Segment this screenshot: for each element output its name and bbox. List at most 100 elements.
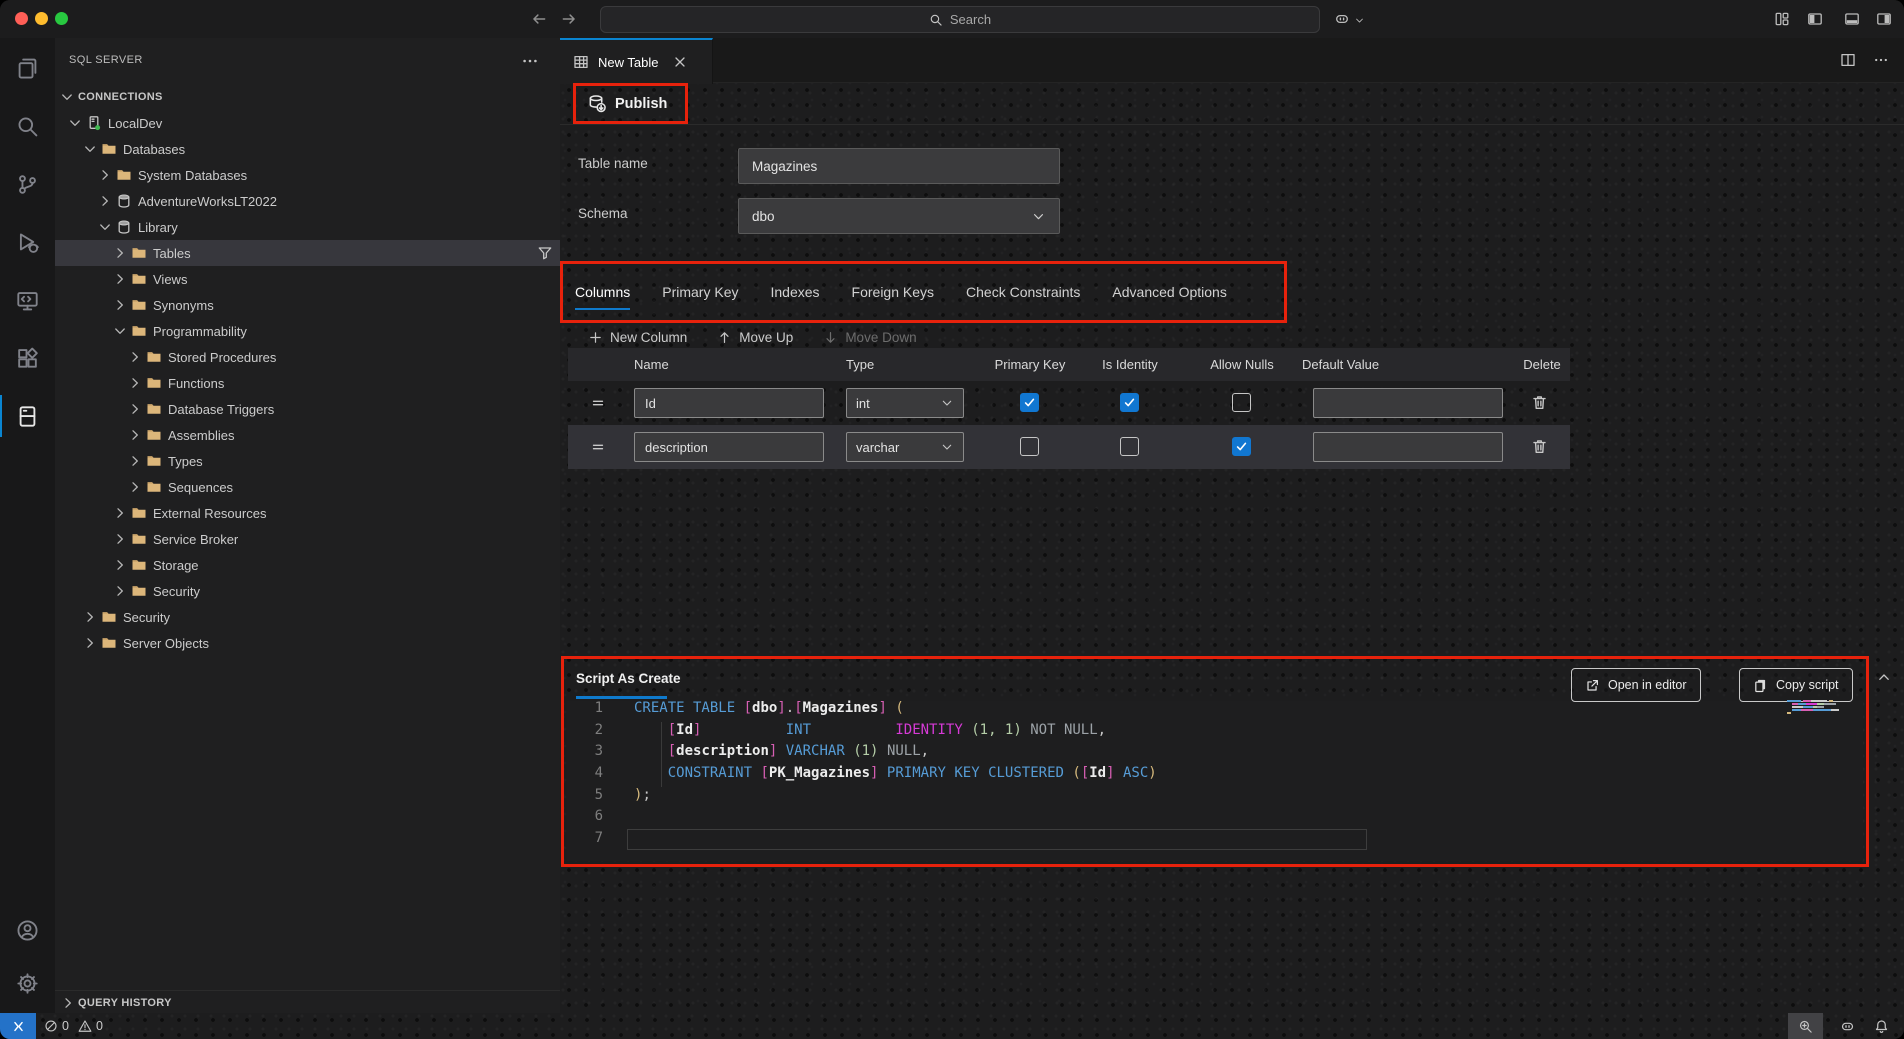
default-value-input[interactable] [1313,432,1503,462]
collapse-panel-icon[interactable] [1876,669,1892,685]
activity-sql-server-icon[interactable] [0,393,55,439]
tree-item-views[interactable]: Views [55,266,617,292]
tree-item-programmability[interactable]: Programmability [55,318,617,344]
activity-remote-explorer-icon[interactable] [0,277,55,323]
activity-source-control-icon[interactable] [0,161,55,207]
tree-item-localdev[interactable]: LocalDev [55,110,572,136]
drag-handle-icon[interactable] [590,395,606,411]
split-editor-icon[interactable] [1840,52,1856,68]
designer-tab-primary-key[interactable]: Primary Key [662,284,738,300]
more-actions-icon[interactable] [1873,52,1889,68]
tree-item-synonyms[interactable]: Synonyms [55,292,617,318]
remote-indicator[interactable] [0,1013,36,1039]
copilot-icon[interactable] [1334,11,1350,27]
minimize-window-button[interactable] [35,12,48,25]
tree-item-stored-procedures[interactable]: Stored Procedures [55,344,632,370]
folder-icon [131,531,147,547]
copilot-status-button[interactable] [1836,1013,1858,1039]
column-name-input[interactable] [634,388,824,418]
tree-item-adventureworkslt2022[interactable]: AdventureWorksLT2022 [55,188,602,214]
is-identity-checkbox[interactable] [1120,393,1139,412]
query-history-section[interactable]: QUERY HISTORY [55,990,560,1014]
filter-icon[interactable] [537,245,553,261]
designer-tab-indexes[interactable]: Indexes [770,284,819,300]
trash-icon[interactable] [1531,438,1548,455]
is-identity-checkbox[interactable] [1120,437,1139,456]
activity-extensions-icon[interactable] [0,335,55,381]
tree-item-assemblies[interactable]: Assemblies [55,422,632,448]
chevron-down-icon[interactable] [1354,14,1365,30]
grid-header-type: Type [846,348,946,381]
tree-item-label: CONNECTIONS [78,91,163,103]
primary-key-checkbox[interactable] [1020,437,1039,456]
tree-item-database-triggers[interactable]: Database Triggers [55,396,632,422]
allow-nulls-checkbox[interactable] [1232,393,1251,412]
toolbar-move-down-button[interactable]: Move Down [823,330,916,345]
designer-tab-check-constraints[interactable]: Check Constraints [966,284,1080,300]
tree-item-databases[interactable]: Databases [55,136,587,162]
primary-key-checkbox[interactable] [1020,393,1039,412]
panel-bottom-icon[interactable] [1844,11,1860,27]
trash-icon[interactable] [1531,394,1548,411]
designer-tab-advanced-options[interactable]: Advanced Options [1112,284,1226,300]
tree-item-external-resources[interactable]: External Resources [55,500,617,526]
nav-forward-icon[interactable] [560,10,578,28]
tree-item-security[interactable]: Security [55,604,587,630]
code-line-2: 2 [Id] INT IDENTITY (1, 1) NOT NULL, [564,720,1862,742]
allow-nulls-checkbox[interactable] [1232,437,1251,456]
tree-item-sequences[interactable]: Sequences [55,474,632,500]
notifications-button[interactable] [1870,1013,1892,1039]
tree-item-service-broker[interactable]: Service Broker [55,526,617,552]
minimap[interactable] [1787,700,1853,715]
default-value-input[interactable] [1313,388,1503,418]
command-center-search[interactable]: Search [600,6,1320,33]
chevron-down-icon [59,89,75,105]
designer-tab-foreign-keys[interactable]: Foreign Keys [852,284,934,300]
zoom-window-button[interactable] [55,12,68,25]
activity-accounts-icon[interactable] [0,907,55,953]
tree-item-connections[interactable]: CONNECTIONS [55,84,564,110]
nav-back-icon[interactable] [530,10,548,28]
zoom-status-button[interactable] [1788,1013,1823,1039]
activity-explorer-icon[interactable] [0,45,55,91]
column-type-select[interactable]: int [846,388,964,418]
designer-tab-columns[interactable]: Columns [575,284,630,300]
tree-item-server-objects[interactable]: Server Objects [55,630,587,656]
tree-item-label: Programmability [153,324,247,339]
server-icon [86,115,102,131]
close-icon[interactable] [672,54,688,70]
current-line-highlight [627,829,1367,850]
schema-select[interactable]: dbo [738,198,1060,234]
tree-item-storage[interactable]: Storage [55,552,617,578]
open-in-editor-button[interactable]: Open in editor [1571,668,1701,702]
activity-run-and-debug-icon[interactable] [0,219,55,265]
toolbar-new-column-button[interactable]: New Column [588,330,687,345]
tree-item-library[interactable]: Library [55,214,602,240]
column-type-select[interactable]: varchar [846,432,964,462]
problems-status[interactable]: 0 0 [44,1013,103,1039]
table-name-input[interactable] [738,148,1060,184]
column-name-input[interactable] [634,432,824,462]
folder-icon [146,453,162,469]
extensions-icon [16,347,39,370]
tree-item-types[interactable]: Types [55,448,632,474]
activity-settings-gear-icon[interactable] [0,960,55,1006]
toolbar-move-up-button[interactable]: Move Up [717,330,793,345]
tree-item-system-databases[interactable]: System Databases [55,162,602,188]
tree-item-label: Stored Procedures [168,350,276,365]
tab-new-table[interactable]: New Table [560,38,713,84]
publish-button[interactable]: Publish [576,86,685,121]
panel-right-icon[interactable] [1876,11,1892,27]
activity-search-icon[interactable] [0,103,55,149]
code-line-6: 6 [564,806,1862,828]
layout-grid-icon[interactable] [1774,11,1790,27]
chevron-right-icon [82,635,98,651]
ellipsis-icon[interactable] [521,52,539,70]
close-window-button[interactable] [15,12,28,25]
drag-handle-icon[interactable] [590,439,606,455]
panel-left-icon[interactable] [1807,11,1823,27]
tree-item-tables[interactable]: Tables [55,240,617,266]
tree-item-security[interactable]: Security [55,578,617,604]
tree-item-functions[interactable]: Functions [55,370,632,396]
copy-script-button[interactable]: Copy script [1739,668,1853,702]
